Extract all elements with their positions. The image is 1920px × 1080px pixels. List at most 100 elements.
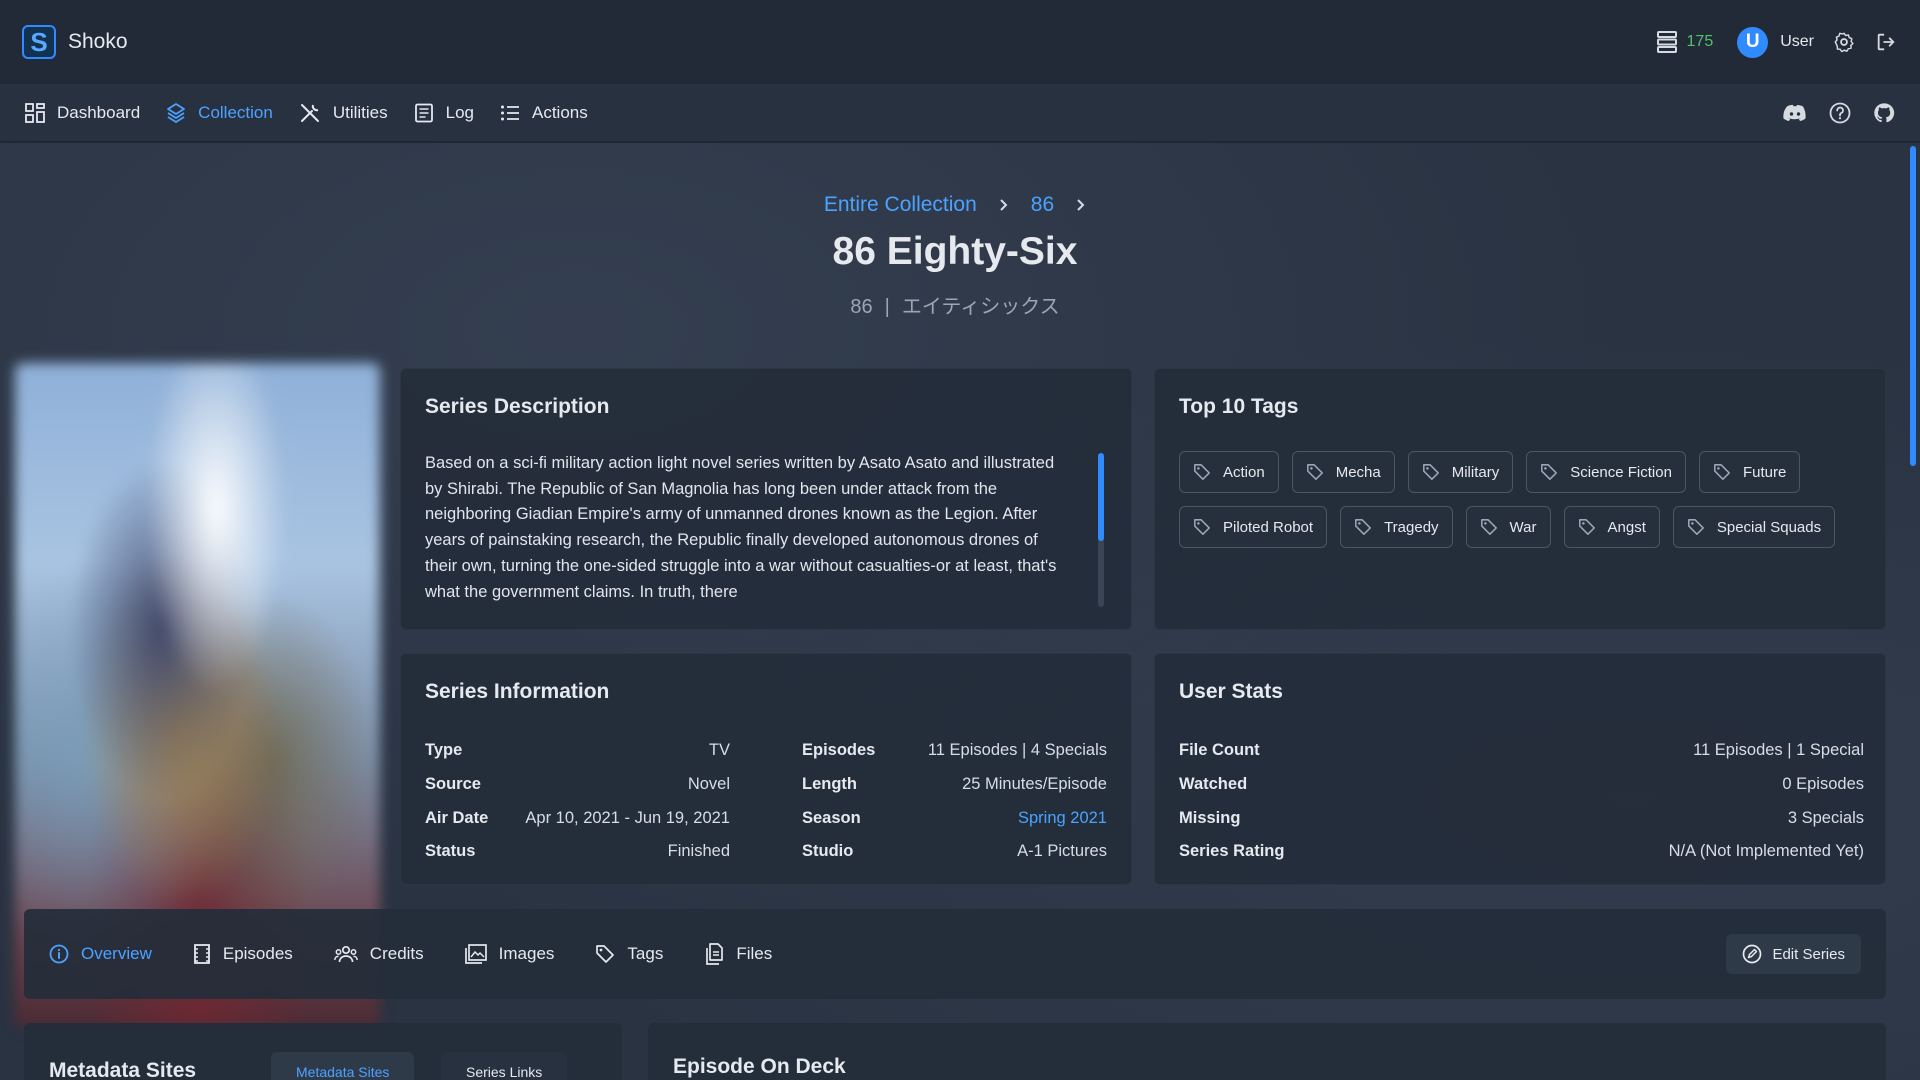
nav-dashboard[interactable]: Dashboard [25, 103, 140, 123]
server-queue-icon [1656, 31, 1677, 53]
tag-icon [595, 944, 615, 964]
breadcrumb-group[interactable]: 86 [1031, 193, 1054, 217]
stats-row-missing: Missing 3 Specials [1179, 801, 1864, 835]
description-scrollbar[interactable] [1098, 453, 1104, 607]
help-icon[interactable] [1829, 102, 1851, 124]
info-row-source: Source Novel [425, 768, 730, 802]
queue-indicator[interactable]: 175 [1656, 31, 1713, 53]
tag-icon [1687, 518, 1705, 536]
season-link[interactable]: Spring 2021 [1018, 809, 1107, 828]
info-row-episodes: Episodes 11 Episodes | 4 Specials [802, 734, 1107, 768]
tab-images-label: Images [498, 944, 555, 963]
subtitle-separator: | [884, 296, 890, 318]
metadata-sites-panel: Metadata Sites Metadata Sites Series Lin… [24, 1023, 622, 1080]
nav-dashboard-label: Dashboard [57, 102, 141, 122]
top-bar: S Shoko 175 U User [0, 0, 1920, 84]
stats-row-series-rating: Series Rating N/A (Not Implemented Yet) [1179, 835, 1864, 869]
info-value: TV [708, 741, 730, 760]
tab-credits[interactable]: Credits [333, 944, 424, 964]
subtitle-alt: エイティシックス [901, 296, 1060, 318]
tag-chip[interactable]: Piloted Robot [1179, 506, 1328, 548]
info-value: Finished [667, 842, 730, 861]
image-icon [464, 944, 487, 964]
tab-metadata-sites[interactable]: Metadata Sites [271, 1052, 415, 1080]
info-row-air-date: Air Date Apr 10, 2021 - Jun 19, 2021 [425, 801, 730, 835]
tab-overview-label: Overview [81, 944, 152, 963]
utilities-icon [299, 102, 321, 124]
shoko-logo[interactable]: S [22, 25, 56, 59]
tag-chip[interactable]: Tragedy [1340, 506, 1453, 548]
page-scrollbar[interactable] [1910, 146, 1916, 466]
top-tags-title: Top 10 Tags [1179, 395, 1299, 418]
tab-files[interactable]: Files [704, 943, 772, 965]
tag-chip[interactable]: Military [1407, 451, 1514, 493]
series-information-panel: Series Information Type TV Source Novel Ai… [400, 653, 1132, 885]
nav-right-icons [1783, 102, 1895, 124]
collection-icon [166, 102, 186, 124]
breadcrumb: Entire Collection 86 [0, 193, 1910, 217]
tab-series-links[interactable]: Series Links [441, 1052, 568, 1080]
user-menu[interactable]: U User [1737, 26, 1814, 58]
nav-log[interactable]: Log [414, 103, 474, 123]
description-scroll-thumb[interactable] [1098, 453, 1104, 541]
tag-chip[interactable]: Mecha [1291, 451, 1395, 493]
stats-key: Series Rating [1179, 842, 1285, 861]
chevron-right-icon [1076, 198, 1086, 212]
tab-tags[interactable]: Tags [595, 944, 663, 964]
metadata-sites-title: Metadata Sites [49, 1059, 197, 1080]
tag-icon [1540, 463, 1558, 481]
tag-icon [1354, 518, 1372, 536]
info-key: Episodes [802, 741, 876, 760]
app-title: Shoko [68, 30, 128, 53]
nav-collection[interactable]: Collection [166, 102, 273, 124]
episode-on-deck-panel: Episode On Deck [648, 1023, 1886, 1080]
tag-label: Military [1451, 463, 1500, 481]
gear-icon[interactable] [1832, 30, 1856, 54]
tag-icon [1480, 518, 1498, 536]
info-column-right: Episodes 11 Episodes | 4 Specials Length 2… [802, 734, 1107, 869]
stats-key: File Count [1179, 741, 1260, 760]
info-key: Length [802, 775, 857, 794]
tag-icon [1306, 463, 1324, 481]
tag-chip[interactable]: Future [1698, 451, 1801, 493]
discord-icon[interactable] [1783, 104, 1807, 122]
tag-chip[interactable]: Action [1179, 451, 1279, 493]
series-description-text: Based on a sci-fi military action light … [425, 454, 1057, 601]
info-key: Source [425, 775, 481, 794]
series-description-panel: Series Description Based on a sci-fi mil… [400, 368, 1132, 630]
series-info-grid: Type TV Source Novel Air Date Apr 10, 2021 … [425, 734, 1110, 869]
tab-files-label: Files [736, 944, 773, 963]
edit-series-label: Edit Series [1772, 945, 1845, 963]
main-nav: Dashboard Collection Utilities Log Actio… [0, 84, 1920, 142]
tag-chip[interactable]: War [1465, 506, 1551, 548]
stats-key: Watched [1179, 775, 1248, 794]
episode-on-deck-title: Episode On Deck [673, 1055, 846, 1078]
tab-tags-label: Tags [627, 944, 664, 963]
tag-chip[interactable]: Angst [1563, 506, 1660, 548]
nav-collection-label: Collection [198, 102, 273, 122]
info-row-status: Status Finished [425, 835, 730, 869]
tab-images[interactable]: Images [464, 944, 555, 964]
info-column-left: Type TV Source Novel Air Date Apr 10, 2021 … [425, 734, 730, 869]
tag-label: Tragedy [1384, 518, 1439, 536]
breadcrumb-root[interactable]: Entire Collection [824, 193, 977, 217]
tag-icon [1193, 463, 1211, 481]
tab-overview[interactable]: Overview [49, 944, 152, 964]
tab-episodes[interactable]: Episodes [193, 944, 293, 964]
info-key: Type [425, 741, 463, 760]
nav-actions[interactable]: Actions [500, 103, 588, 123]
tag-label: Mecha [1335, 463, 1381, 481]
github-icon[interactable] [1873, 102, 1895, 124]
edit-series-button[interactable]: Edit Series [1726, 934, 1861, 974]
tag-chip[interactable]: Science Fiction [1526, 451, 1686, 493]
info-key: Air Date [425, 808, 489, 827]
stats-row-watched: Watched 0 Episodes [1179, 768, 1864, 802]
subtitle-main: 86 [850, 296, 873, 318]
info-value: 25 Minutes/Episode [962, 775, 1107, 794]
user-stats-panel: User Stats File Count 11 Episodes | 1 Spe… [1154, 653, 1886, 885]
topbar-right: 175 U User [1656, 26, 1898, 58]
logout-icon[interactable] [1874, 30, 1898, 54]
user-stats-title: User Stats [1179, 680, 1283, 703]
nav-utilities[interactable]: Utilities [299, 102, 388, 124]
tag-chip[interactable]: Special Squads [1672, 506, 1836, 548]
